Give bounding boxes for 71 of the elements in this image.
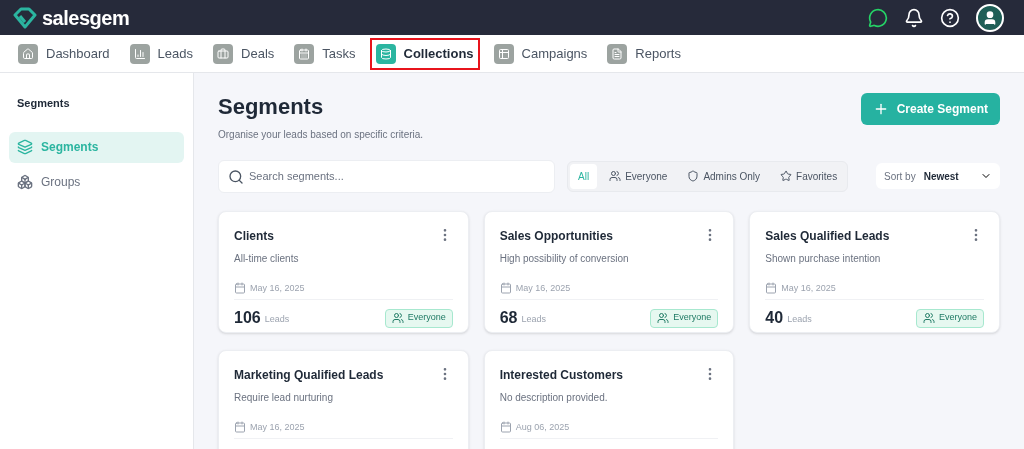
diamond-logo-icon xyxy=(12,6,38,29)
lead-count: 40 xyxy=(765,308,784,328)
filter-tab[interactable]: Admins Only xyxy=(679,163,769,189)
card-date: Aug 06, 2025 xyxy=(515,420,570,434)
segment-card[interactable]: Clients All-time clients May 16, 2025 106 Leads Everyone xyxy=(218,210,469,333)
visibility-badge: Everyone xyxy=(650,308,719,328)
layers-icon xyxy=(17,139,33,155)
document-icon xyxy=(607,43,628,64)
card-date: May 16, 2025 xyxy=(250,281,305,295)
visibility-badge: Everyone xyxy=(915,308,984,328)
notification-icon[interactable] xyxy=(904,7,924,28)
card-title: Sales Opportunities xyxy=(499,227,613,245)
database-icon xyxy=(375,43,396,64)
search-field[interactable]: Search segments... xyxy=(218,159,555,193)
segment-card[interactable]: Sales Qualified Leads Shown purchase intention May 16, 2025 40 Leads Everyone xyxy=(749,210,1000,333)
nav-tab[interactable]: Reports xyxy=(601,37,687,70)
card-description: No description provided. xyxy=(499,390,609,405)
page-subtitle: Organise your leads based on specific criteria. xyxy=(218,127,424,142)
search-icon xyxy=(228,168,244,185)
calendar-icon xyxy=(499,282,512,295)
segment-card[interactable]: Marketing Qualified Leads Require lead nurturing May 16, 2025 xyxy=(218,349,469,449)
card-date: May 16, 2025 xyxy=(781,281,836,295)
nav-tab[interactable]: Leads xyxy=(123,37,200,70)
home-icon xyxy=(18,43,38,64)
card-title: Sales Qualified Leads xyxy=(765,227,890,245)
sort-dropdown[interactable]: Sort by Newest xyxy=(876,163,1000,189)
lead-count: 68 xyxy=(499,308,518,328)
lead-count: 106 xyxy=(234,308,261,328)
segment-card[interactable]: Sales Opportunities High possibility of conversion May 16, 2025 68 Leads Everyone xyxy=(483,210,735,333)
sort-label: Sort by xyxy=(884,169,916,184)
users-icon xyxy=(609,170,622,182)
brand-name: salesgem xyxy=(42,5,130,31)
shield-icon xyxy=(687,170,700,182)
lead-unit: Leads xyxy=(264,313,290,327)
calendar-icon xyxy=(294,43,315,64)
help-icon[interactable] xyxy=(940,7,960,28)
filter-tab[interactable]: Everyone xyxy=(601,163,676,189)
calendar-icon xyxy=(234,282,246,295)
card-title: Clients xyxy=(234,227,274,245)
lead-unit: Leads xyxy=(787,313,812,327)
nav-tab[interactable]: Deals xyxy=(207,37,281,70)
briefcase-icon xyxy=(213,43,234,64)
sidebar-title: Segments xyxy=(16,96,71,111)
calendar-icon xyxy=(234,421,246,434)
nav-tab[interactable]: Tasks xyxy=(288,37,362,70)
lead-unit: Leads xyxy=(521,313,546,327)
calendar-icon xyxy=(499,421,512,434)
card-description: Shown purchase intention xyxy=(765,251,882,266)
segment-card[interactable]: Interested Customers No description provided. Aug 06, 2025 xyxy=(483,349,735,449)
card-description: All-time clients xyxy=(234,251,300,266)
nav-tab[interactable]: Campaigns xyxy=(487,37,594,70)
card-title: Interested Customers xyxy=(499,366,624,384)
sidebar-item[interactable]: Groups xyxy=(9,166,184,198)
card-date: May 16, 2025 xyxy=(250,420,305,434)
page-title: Segments xyxy=(218,93,325,121)
card-description: Require lead nurturing xyxy=(234,390,334,405)
card-title: Marketing Qualified Leads xyxy=(234,366,384,384)
sort-value: Newest xyxy=(923,169,959,184)
chat-icon[interactable] xyxy=(868,7,888,28)
avatar[interactable] xyxy=(976,3,1004,32)
card-description: High possibility of conversion xyxy=(499,251,630,266)
nav-tab[interactable]: Collections xyxy=(369,37,480,70)
bar-chart-icon xyxy=(129,43,150,64)
nav-tab[interactable]: Dashboard xyxy=(12,37,116,70)
star-icon xyxy=(780,170,793,182)
visibility-badge: Everyone xyxy=(384,308,453,328)
calendar-icon xyxy=(765,282,778,295)
filter-tab[interactable]: Favorites xyxy=(772,163,846,189)
table-icon xyxy=(493,43,514,64)
boxes-icon xyxy=(17,174,33,190)
card-date: May 16, 2025 xyxy=(515,281,571,295)
